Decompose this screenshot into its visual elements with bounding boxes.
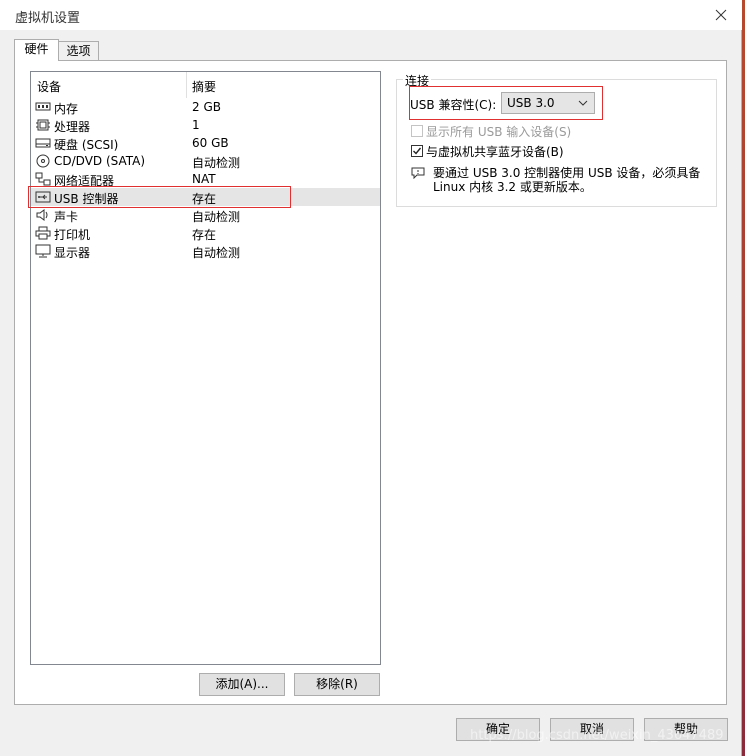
device-summary: 自动检测 xyxy=(192,246,241,260)
title-bar: 虚拟机设置 xyxy=(0,0,742,30)
processor-icon xyxy=(36,119,50,131)
close-button[interactable] xyxy=(708,3,734,27)
add-button[interactable]: 添加(A)... xyxy=(199,673,285,696)
sound-card-icon xyxy=(36,209,48,221)
info-icon xyxy=(411,167,425,179)
usb-info-text: 要通过 USB 3.0 控制器使用 USB 设备，必须具备 Linux 内核 3… xyxy=(433,166,701,194)
printer-icon xyxy=(35,226,51,240)
device-summary: 存在 xyxy=(192,192,217,206)
device-row-display[interactable]: 显示器 自动检测 xyxy=(31,242,380,260)
device-summary: 自动检测 xyxy=(192,210,241,224)
hardware-panel: 设备 摘要 内存 2 GB 处理器 1 硬盘 (SCSI) 60 GB CD/D… xyxy=(14,60,727,705)
checkmark-icon xyxy=(413,147,422,155)
hard-disk-icon xyxy=(35,138,51,148)
device-name: 网络适配器 xyxy=(54,174,115,188)
window-title: 虚拟机设置 xyxy=(15,11,81,26)
network-adapter-icon xyxy=(35,172,51,186)
connection-group: 连接 USB 兼容性(C): USB 3.0 显示所有 USB 输入设备(S) … xyxy=(396,72,717,207)
show-all-usb-checkbox[interactable] xyxy=(411,125,423,137)
header-device[interactable]: 设备 xyxy=(37,78,61,95)
memory-icon xyxy=(35,102,51,111)
share-bluetooth-label: 与虚拟机共享蓝牙设备(B) xyxy=(426,145,564,159)
connection-group-title: 连接 xyxy=(403,72,432,89)
share-bluetooth-checkbox[interactable] xyxy=(411,145,423,157)
device-name: 处理器 xyxy=(54,120,91,134)
watermark: https://blog.csdn.net/weixin_43647489 xyxy=(470,728,724,743)
device-row-hard-disk[interactable]: 硬盘 (SCSI) 60 GB xyxy=(31,134,380,152)
device-summary: 1 xyxy=(192,118,200,132)
device-name: CD/DVD (SATA) xyxy=(54,154,146,168)
device-row-printer[interactable]: 打印机 存在 xyxy=(31,224,380,242)
device-row-memory[interactable]: 内存 2 GB xyxy=(31,98,380,116)
device-name: 打印机 xyxy=(54,228,91,242)
device-row-cd-dvd[interactable]: CD/DVD (SATA) 自动检测 xyxy=(31,152,380,170)
tab-options[interactable]: 选项 xyxy=(58,41,99,61)
device-name: USB 控制器 xyxy=(54,192,119,206)
device-name: 硬盘 (SCSI) xyxy=(54,138,119,152)
device-name: 声卡 xyxy=(54,210,79,224)
close-icon xyxy=(715,9,727,21)
usb-compat-select[interactable]: USB 3.0 xyxy=(501,92,595,114)
device-name: 显示器 xyxy=(54,246,91,260)
device-summary: 存在 xyxy=(192,228,217,242)
device-summary: 60 GB xyxy=(192,136,229,150)
vm-settings-window: 虚拟机设置 硬件 选项 设备 摘要 内存 2 GB 处理器 1 硬盘 (SCSI… xyxy=(0,0,742,756)
chevron-down-icon xyxy=(578,100,588,106)
show-all-usb-label: 显示所有 USB 输入设备(S) xyxy=(426,125,572,139)
device-summary: NAT xyxy=(192,172,216,186)
tab-hardware[interactable]: 硬件 xyxy=(14,39,59,61)
device-summary: 2 GB xyxy=(192,100,221,114)
device-name: 内存 xyxy=(54,102,79,116)
device-row-network-adapter[interactable]: 网络适配器 NAT xyxy=(31,170,380,188)
remove-button[interactable]: 移除(R) xyxy=(294,673,380,696)
usb-compat-value: USB 3.0 xyxy=(507,96,555,110)
device-row-sound-card[interactable]: 声卡 自动检测 xyxy=(31,206,380,224)
usb-compat-label: USB 兼容性(C): xyxy=(410,98,497,112)
list-header: 设备 摘要 xyxy=(31,72,380,98)
device-list[interactable]: 设备 摘要 内存 2 GB 处理器 1 硬盘 (SCSI) 60 GB CD/D… xyxy=(28,71,381,665)
usb-controller-icon xyxy=(35,191,51,203)
device-summary: 自动检测 xyxy=(192,156,241,170)
display-icon xyxy=(35,244,51,258)
device-row-usb-controller[interactable]: USB 控制器 存在 xyxy=(31,188,380,206)
header-summary[interactable]: 摘要 xyxy=(192,78,216,95)
cd-dvd-icon xyxy=(36,154,50,168)
device-row-processor[interactable]: 处理器 1 xyxy=(31,116,380,134)
